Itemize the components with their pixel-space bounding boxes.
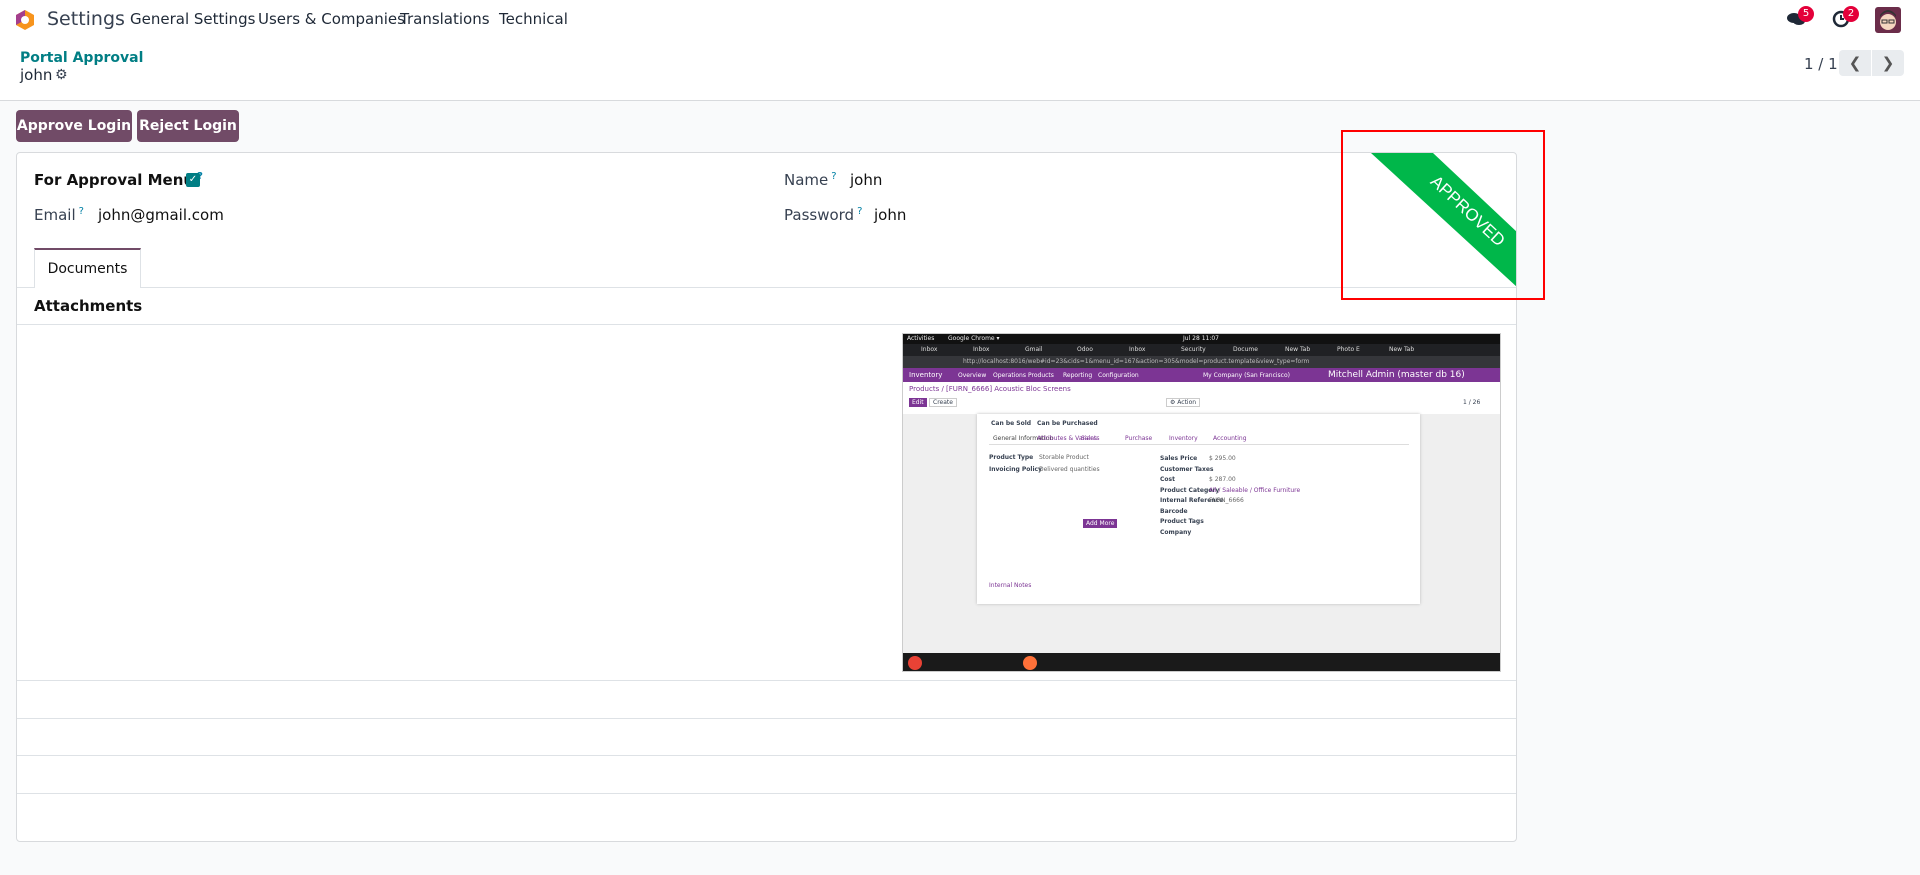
user-avatar[interactable]: [1875, 7, 1901, 33]
chevron-left-icon: ❮: [1848, 54, 1862, 72]
shot-field-value: Delivered quantities: [1039, 466, 1100, 473]
pager-previous-button[interactable]: ❮: [1839, 50, 1871, 76]
menu-translations[interactable]: Translations: [400, 10, 490, 28]
shot-topbar: Activities Google Chrome ▾ Jul 28 11:07: [903, 334, 1500, 344]
shot-browser-tab: Inbox: [1129, 346, 1146, 353]
shot-browser-tab: Inbox: [921, 346, 938, 353]
shot-form: Can be Sold Can be Purchased General Inf…: [977, 414, 1420, 604]
shot-menu-item: Operations: [993, 372, 1026, 379]
shot-field-label: Product Type: [989, 454, 1034, 461]
shot-tab: Purchase: [1125, 435, 1153, 442]
odoo-logo-icon[interactable]: [14, 9, 36, 31]
shot-tabbar: Inbox Inbox Gmail Odoo Inbox Security Docume Ne…: [903, 344, 1500, 356]
shot-menu-item: Overview: [958, 372, 987, 379]
shot-field-value: All / Saleable / Office Furniture: [1209, 486, 1301, 494]
menu-users-companies[interactable]: Users & Companies: [258, 10, 405, 28]
shot-appbar: Inventory Overview Operations Products Repo…: [903, 368, 1500, 382]
shot-field-value: Storable Product: [1039, 454, 1089, 461]
avatar-face-icon: [1880, 10, 1896, 30]
menu-technical[interactable]: Technical: [499, 10, 568, 28]
tab-documents[interactable]: Documents: [34, 248, 141, 288]
shot-field-label: Customer Taxes: [1160, 465, 1214, 473]
shot-field-label: Cost: [1160, 476, 1175, 483]
gear-icon[interactable]: ⚙: [55, 67, 68, 83]
breadcrumb-parent[interactable]: Portal Approval: [20, 50, 143, 66]
app-name[interactable]: Settings: [47, 8, 125, 30]
approve-login-button[interactable]: Approve Login: [16, 110, 132, 142]
shot-tab: Sales: [1081, 435, 1097, 442]
breadcrumb-current: john: [20, 66, 53, 84]
form-sheet: For Approval Menu? ✓ Email? john@gmail.c…: [16, 152, 1517, 842]
shot-browser-tab: New Tab: [1389, 346, 1415, 353]
shot-menu-item: Configuration: [1098, 372, 1139, 379]
shot-field-label: Invoicing Policy: [989, 466, 1042, 473]
control-panel: Portal Approval john ⚙ 1 / 1 ❮ ❯: [0, 40, 1920, 101]
shot-tab: Accounting: [1213, 435, 1247, 442]
approved-ribbon: APPROVED: [1371, 153, 1516, 287]
shot-field-label: Sales Price: [1160, 455, 1198, 462]
attachments-heading: Attachments: [34, 297, 143, 315]
activities-button[interactable]: 2: [1832, 6, 1859, 28]
navbar: Settings General Settings Users & Compan…: [0, 0, 1920, 40]
shot-browser-tab: Docume: [1233, 346, 1258, 353]
messages-button[interactable]: 5: [1786, 6, 1814, 26]
shot-field-label: Product Tags: [1160, 518, 1204, 525]
attachment-image[interactable]: Activities Google Chrome ▾ Jul 28 11:07 …: [902, 333, 1501, 672]
shot-tab: Inventory: [1169, 435, 1198, 442]
shot-field-label: Company: [1160, 528, 1192, 536]
shot-field-label: Barcode: [1160, 507, 1188, 515]
shot-user: Mitchell Admin (master db 16): [1328, 370, 1465, 380]
shot-field-value: $ 287.00: [1209, 476, 1236, 483]
shot-urlbar: http://localhost:8016/web#id=23&cids=1&m…: [903, 356, 1500, 368]
shot-browser-tab: Inbox: [973, 346, 990, 353]
activities-badge: 2: [1843, 6, 1859, 22]
reject-login-button[interactable]: Reject Login: [137, 110, 239, 142]
messages-badge: 5: [1798, 6, 1814, 22]
shot-field-value: FURN_6666: [1209, 497, 1244, 504]
shot-menu-item: Reporting: [1063, 372, 1093, 379]
pager-value: 1 / 1: [1804, 55, 1838, 73]
shot-browser-tab: Photo E: [1337, 346, 1360, 353]
shot-browser-tab: Odoo: [1077, 346, 1093, 353]
shot-menu-item: Products: [1028, 372, 1054, 379]
shot-browser-tab: New Tab: [1285, 346, 1311, 353]
shot-company: My Company (San Francisco): [1203, 372, 1290, 379]
shot-browser-tab: Gmail: [1025, 346, 1043, 353]
pager-next-button[interactable]: ❯: [1872, 50, 1904, 76]
shot-taskbar: [903, 653, 1500, 671]
highlight-box: [1341, 130, 1545, 300]
chevron-right-icon: ❯: [1881, 54, 1895, 72]
menu-general-settings[interactable]: General Settings: [130, 10, 255, 28]
shot-field-value: $ 295.00: [1209, 455, 1236, 462]
shot-browser-tab: Security: [1181, 346, 1206, 353]
